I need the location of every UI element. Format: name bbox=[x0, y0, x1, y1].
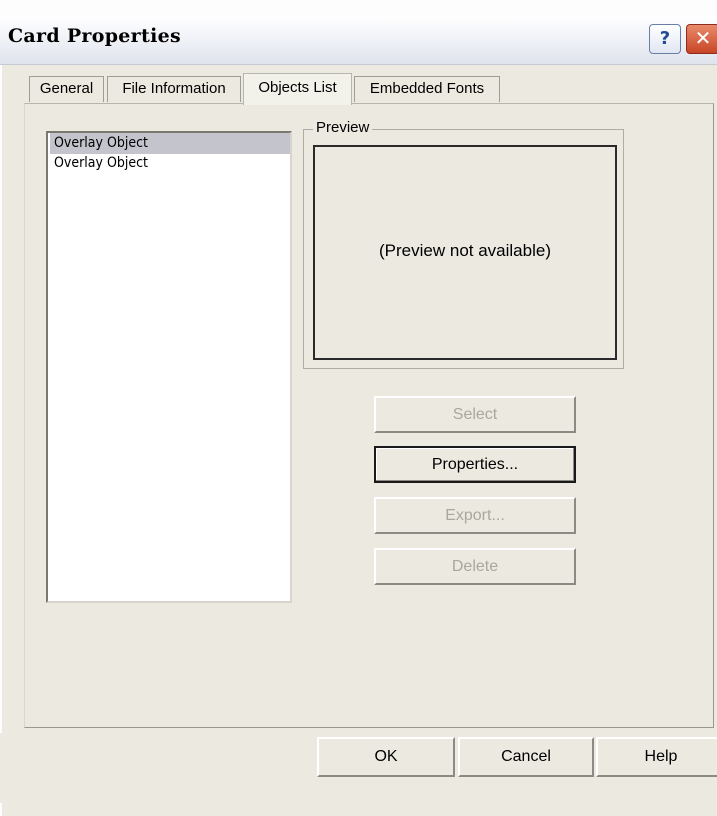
tab-embedded-fonts-label: Embedded Fonts bbox=[369, 80, 485, 97]
help-button[interactable]: Help bbox=[596, 737, 717, 777]
tab-objects-list[interactable]: Objects List bbox=[243, 73, 352, 105]
ok-button[interactable]: OK bbox=[317, 737, 455, 777]
close-icon: ✕ bbox=[694, 26, 712, 50]
tab-general-label: General bbox=[39, 80, 94, 97]
delete-button[interactable]: Delete bbox=[374, 548, 576, 585]
tab-embedded-fonts[interactable]: Embedded Fonts bbox=[354, 76, 500, 102]
cancel-button[interactable]: Cancel bbox=[458, 737, 594, 777]
preview-message: (Preview not available) bbox=[379, 241, 551, 260]
select-button[interactable]: Select bbox=[374, 396, 576, 433]
tab-file-information-label: File Information bbox=[122, 80, 226, 97]
tab-general[interactable]: General bbox=[29, 76, 104, 102]
export-button[interactable]: Export... bbox=[374, 497, 576, 534]
properties-button[interactable]: Properties... bbox=[374, 446, 576, 483]
preview-group-label: Preview bbox=[313, 119, 373, 136]
tab-objects-list-label: Objects List bbox=[258, 79, 337, 96]
help-question-button[interactable]: ? bbox=[649, 24, 681, 54]
dialog-title: Card Properties bbox=[8, 25, 181, 47]
tab-file-information[interactable]: File Information bbox=[107, 76, 241, 102]
objects-listbox[interactable]: Overlay Object Overlay Object bbox=[46, 131, 292, 603]
close-button[interactable]: ✕ bbox=[686, 24, 717, 54]
title-bar[interactable]: Card Properties ? ✕ bbox=[0, 16, 717, 65]
list-item[interactable]: Overlay Object bbox=[50, 153, 290, 174]
list-item[interactable]: Overlay Object bbox=[50, 133, 290, 154]
